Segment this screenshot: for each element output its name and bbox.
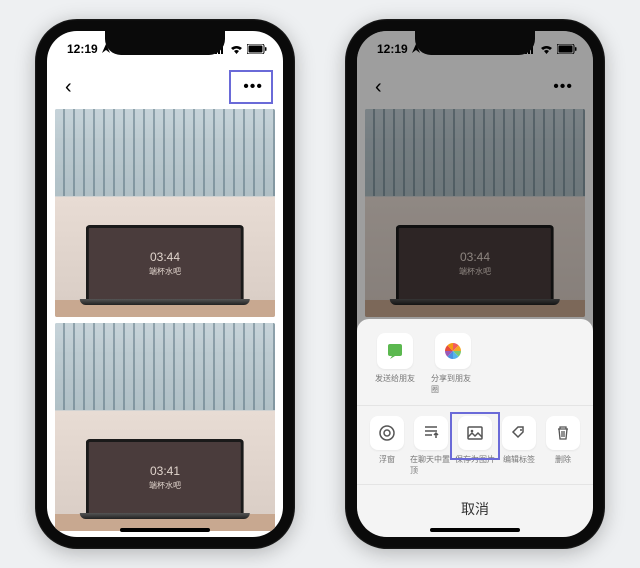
status-time: 12:19: [67, 42, 98, 56]
action-sheet: 发送给朋友 分享到朋友圈 浮窗: [357, 319, 593, 537]
action-row: 浮窗 在聊天中置顶 保存为图片: [357, 405, 593, 484]
action-label: 浮窗: [379, 454, 395, 465]
status-time: 12:19: [377, 42, 408, 56]
action-delete[interactable]: 删除: [542, 416, 584, 476]
action-label: 编辑标签: [503, 454, 535, 465]
action-chat-top[interactable]: 在聊天中置顶: [410, 416, 452, 476]
action-label: 保存为图片: [455, 454, 495, 465]
share-moments[interactable]: 分享到朋友圈: [431, 333, 475, 395]
share-row: 发送给朋友 分享到朋友圈: [357, 319, 593, 405]
laptop-time: 03:44: [150, 250, 180, 264]
battery-icon: [247, 44, 267, 54]
more-button[interactable]: •••: [235, 74, 271, 100]
home-indicator[interactable]: [430, 528, 520, 532]
laptop-text: 端杯水吧: [149, 266, 181, 277]
action-float[interactable]: 浮窗: [366, 416, 408, 476]
laptop-text: 端杯水吧: [149, 480, 181, 491]
action-edit-tag[interactable]: 编辑标签: [498, 416, 540, 476]
phone-left: 12:19 ‹ ••• 03:44 端杯水吧: [35, 19, 295, 549]
wechat-icon: [377, 333, 413, 369]
float-icon: [370, 416, 404, 450]
share-send-friend[interactable]: 发送给朋友: [373, 333, 417, 395]
pin-top-icon: [414, 416, 448, 450]
laptop-time: 03:41: [150, 464, 180, 478]
photo-card-1[interactable]: 03:44 端杯水吧: [55, 109, 275, 317]
content-scroll[interactable]: 03:44 端杯水吧 03:41 端杯水吧: [47, 107, 283, 537]
tag-icon: [502, 416, 536, 450]
trash-icon: [546, 416, 580, 450]
notch: [105, 31, 225, 55]
back-button[interactable]: ‹: [59, 72, 78, 103]
wifi-icon: [540, 45, 553, 54]
share-label: 分享到朋友圈: [431, 373, 475, 395]
phone-right: 12:19 ‹ ••• 03:44 端杯水吧: [345, 19, 605, 549]
nav-bar: ‹ •••: [47, 67, 283, 107]
screen-right: 12:19 ‹ ••• 03:44 端杯水吧: [357, 31, 593, 537]
action-save-image[interactable]: 保存为图片: [454, 416, 496, 476]
moments-icon: [435, 333, 471, 369]
wifi-icon: [230, 45, 243, 54]
notch: [415, 31, 535, 55]
image-icon: [458, 416, 492, 450]
home-indicator[interactable]: [120, 528, 210, 532]
share-label: 发送给朋友: [375, 373, 415, 384]
battery-icon: [557, 44, 577, 54]
photo-card-2[interactable]: 03:41 端杯水吧: [55, 323, 275, 531]
action-label: 删除: [555, 454, 571, 465]
screen-left: 12:19 ‹ ••• 03:44 端杯水吧: [47, 31, 283, 537]
action-label: 在聊天中置顶: [410, 454, 452, 476]
